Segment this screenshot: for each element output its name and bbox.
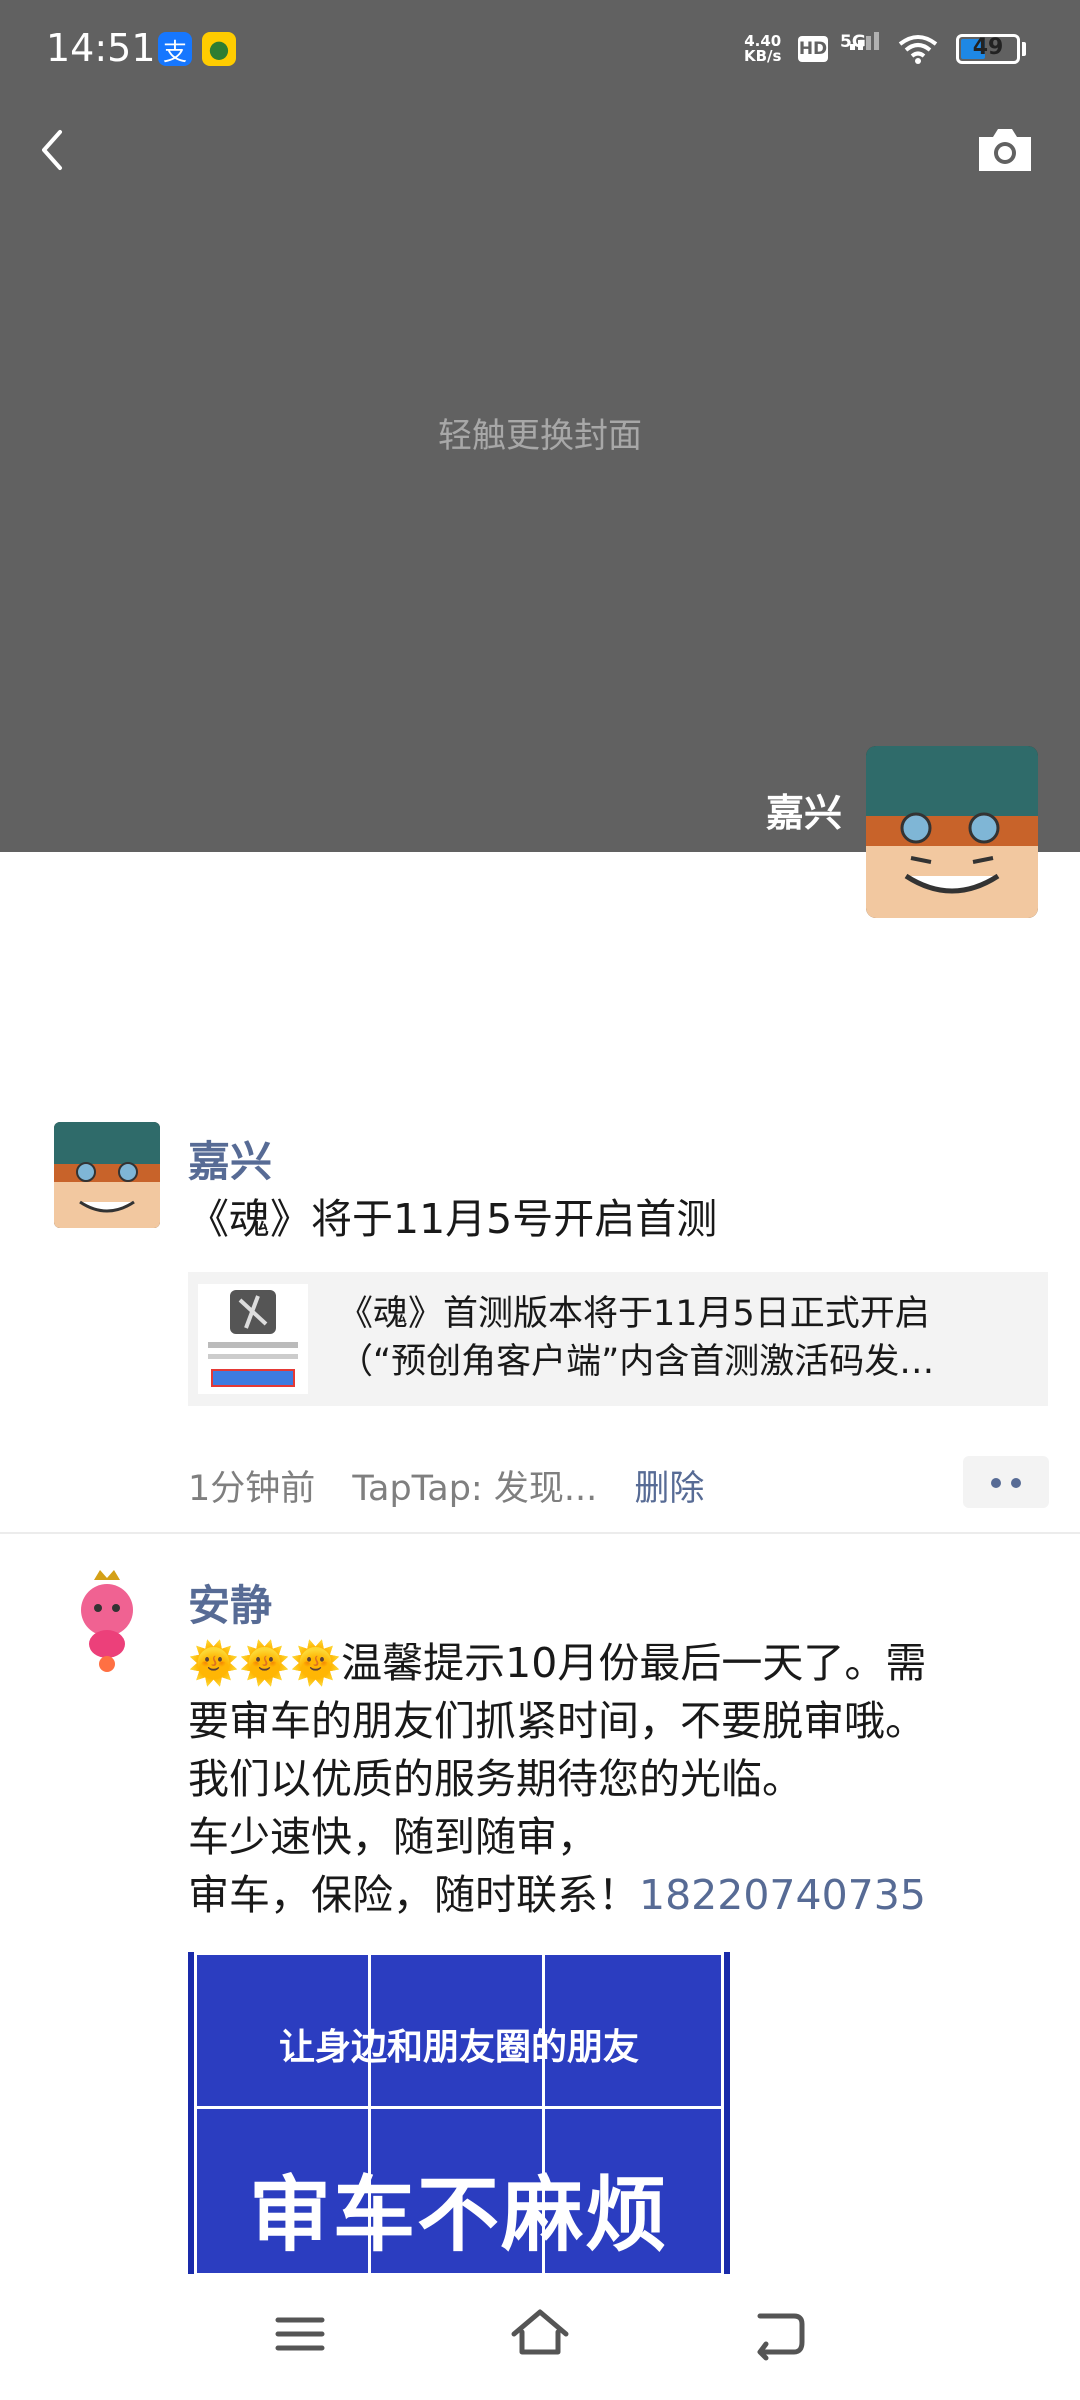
link-title: 《魂》首测版本将于11月5日正式开启 [338,1294,930,1334]
link-thumbnail [198,1284,308,1394]
status-bar: 14:51 支 ● 4.40 KB/s HD 5G 49 [0,0,1080,100]
camera-icon[interactable] [975,125,1035,175]
profile-name: 嘉兴 [765,791,842,835]
delete-button[interactable]: 删除 [634,1469,704,1509]
post-time: 1分钟前 [188,1469,316,1509]
menu-icon[interactable] [268,2302,332,2366]
wifi-icon [898,35,938,64]
app-icon: ● [202,32,236,66]
sun-emoji: 🌞🌞🌞 [188,1639,342,1687]
post-avatar[interactable] [54,1122,160,1228]
post-source[interactable]: TapTap: 发现... [352,1469,597,1509]
post-author[interactable]: 嘉兴 [188,1128,272,1189]
cover-area[interactable]: 14:51 支 ● 4.40 KB/s HD 5G 49 轻触更换封面 嘉兴 [0,0,1080,852]
system-nav-bar [0,2274,1080,2400]
post-text: 《魂》将于11月5号开启首测 [188,1195,718,1243]
post-author[interactable]: 安静 [188,1572,272,1633]
hd-icon: HD [798,36,828,62]
back-arrow-icon[interactable] [30,120,78,180]
back-icon[interactable] [748,2302,812,2366]
profile-avatar[interactable] [866,746,1038,918]
image-caption: 让身边和朋友圈的朋友 [278,2026,639,2068]
net-speed: 4.40 KB/s [744,32,782,65]
link-subtitle: （“预创角客户端”内含首测激活码发… [338,1342,935,1382]
shared-link-card[interactable]: 《魂》首测版本将于11月5日正式开启 （“预创角客户端”内含首测激活码发… [188,1272,1048,1406]
post-image[interactable]: 让身边和朋友圈的朋友 审车不麻烦 [188,1952,730,2274]
post-text: 🌞🌞🌞温馨提示10月份最后一天了。需 要审车的朋友们抓紧时间，不要脱审哦。 我们… [188,1639,927,1919]
post-meta: 1分钟前 TapTap: 发现... 删除 [188,1460,730,1511]
battery-level: 49 [972,35,1004,60]
more-options-button[interactable] [963,1456,1049,1508]
battery-icon: 49 [956,34,1020,64]
change-cover-hint[interactable]: 轻触更换封面 [0,408,1080,457]
home-icon[interactable] [508,2302,572,2366]
post-avatar[interactable] [54,1568,160,1674]
alipay-icon: 支 [158,32,192,66]
post-divider [0,1532,1080,1534]
image-headline: 审车不麻烦 [248,2168,669,2263]
phone-link[interactable]: 18220740735 [639,1871,926,1919]
status-time: 14:51 [46,26,156,70]
